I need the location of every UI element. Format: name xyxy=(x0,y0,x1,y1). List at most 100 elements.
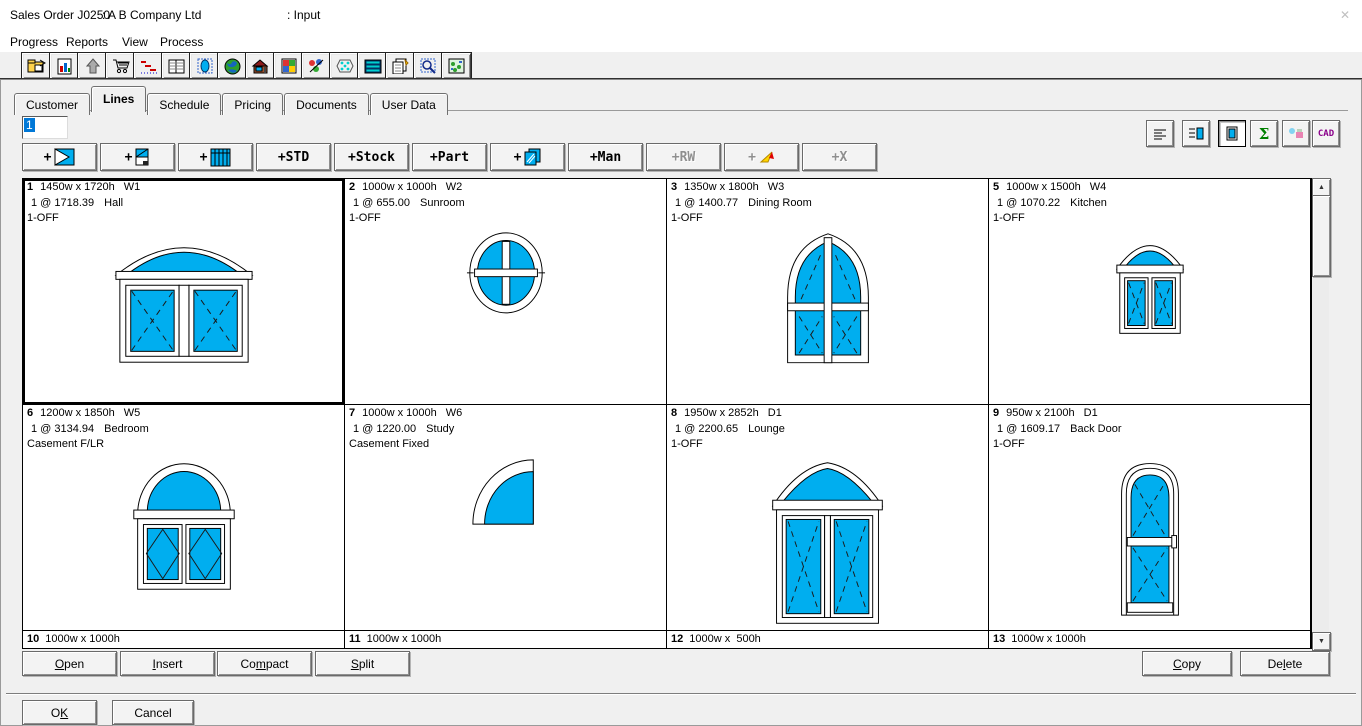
add-pointer-button[interactable]: + xyxy=(724,143,799,171)
frame-sketch-icon[interactable] xyxy=(190,53,219,79)
tab-pricing[interactable]: Pricing xyxy=(222,93,283,115)
line-cell-11[interactable]: 111000w x 1000h xyxy=(345,631,667,648)
window-drawing xyxy=(345,226,666,405)
schedule-gantt-icon[interactable] xyxy=(134,53,163,79)
cell-price-room: 1 @ 1400.77Dining Room xyxy=(667,195,988,211)
export-order-icon[interactable] xyxy=(22,53,51,79)
globe-icon[interactable] xyxy=(218,53,247,79)
window-drawing xyxy=(989,452,1310,631)
close-icon[interactable]: ✕ xyxy=(1340,8,1350,22)
line-cell-13[interactable]: 131000w x 1000h xyxy=(989,631,1311,648)
tab-user-data[interactable]: User Data xyxy=(370,93,448,115)
landscape-glazing-icon[interactable] xyxy=(442,53,471,79)
compact-button[interactable]: Compact xyxy=(217,651,312,676)
cell-header: 51000w x 1500hW4 xyxy=(989,179,1310,195)
vertical-slider-icon xyxy=(135,148,150,167)
report-chart-icon[interactable] xyxy=(50,53,79,79)
scroll-down-icon[interactable]: ▼ xyxy=(1312,632,1331,651)
cancel-button[interactable]: Cancel xyxy=(112,700,194,725)
add-grid-frame-button[interactable]: + xyxy=(178,143,253,171)
scrollbar-thumb[interactable] xyxy=(1312,195,1331,277)
add-man-button[interactable]: +Man xyxy=(568,143,643,171)
grid-frame-icon xyxy=(210,148,231,167)
cad-label: CAD xyxy=(1318,129,1334,139)
pattern-mosaic-icon[interactable] xyxy=(274,53,303,79)
cell-note: 1-OFF xyxy=(23,210,344,226)
house-survey-icon[interactable] xyxy=(246,53,275,79)
upload-arrow-icon[interactable] xyxy=(78,53,107,79)
vertical-scrollbar[interactable]: ▲ ▼ xyxy=(1312,178,1329,649)
batch-table-icon[interactable] xyxy=(162,53,191,79)
add-x-button[interactable]: +X xyxy=(802,143,877,171)
search-optimise-icon[interactable] xyxy=(414,53,443,79)
window-drawing xyxy=(667,226,988,405)
line-number-value: 1 xyxy=(24,118,35,132)
title-bar: Sales Order J0250 : A B Company Ltd : In… xyxy=(0,0,1362,30)
conservatory-plan-icon[interactable] xyxy=(330,53,359,79)
cell-header: 61200w x 1850hW5 xyxy=(23,405,344,421)
window-drawing-icon xyxy=(1226,126,1238,141)
cell-price-room: 1 @ 1609.17Back Door xyxy=(989,421,1310,437)
tab-lines[interactable]: Lines xyxy=(91,86,146,112)
cell-header: 11450w x 1720hW1 xyxy=(23,179,344,195)
line-cell-12[interactable]: 121000w x 500h xyxy=(667,631,989,648)
tab-schedule[interactable]: Schedule xyxy=(147,93,221,115)
cell-header: 21000w x 1000hW2 xyxy=(345,179,666,195)
window-drawing xyxy=(989,226,1310,405)
window-title-mode: : Input xyxy=(287,8,320,22)
toolbar-separator xyxy=(0,78,1362,80)
tab-documents[interactable]: Documents xyxy=(284,93,369,115)
menu-view[interactable]: View xyxy=(118,33,152,51)
shopping-cart-icon[interactable] xyxy=(106,53,135,79)
export-icon xyxy=(1288,127,1304,140)
line-cell-3[interactable]: 31350w x 1800hW31 @ 1400.77Dining Room1-… xyxy=(667,179,989,405)
menu-progress[interactable]: Progress xyxy=(6,33,62,51)
add-stock-button[interactable]: +Stock xyxy=(334,143,409,171)
add-casement-button[interactable]: + xyxy=(22,143,97,171)
line-cell-10[interactable]: 101000w x 1000h xyxy=(23,631,345,648)
line-cell-9[interactable]: 9950w x 2100hD11 @ 1609.17Back Door1-OFF xyxy=(989,405,1311,631)
lines-grid: 11450w x 1720hW11 @ 1718.39Hall1-OFF 210… xyxy=(22,178,1312,649)
add-rw-button[interactable]: +RW xyxy=(646,143,721,171)
window-drawing xyxy=(23,226,344,405)
window-drawing xyxy=(667,452,988,631)
menu-reports[interactable]: Reports xyxy=(62,33,112,51)
menu-process[interactable]: Process xyxy=(156,33,207,51)
casement-window-icon xyxy=(54,148,75,166)
cell-note: Casement Fixed xyxy=(345,436,666,452)
line-cell-5[interactable]: 51000w x 1500hW41 @ 1070.22Kitchen1-OFF xyxy=(989,179,1311,405)
bottom-separator xyxy=(6,693,1356,695)
insert-button[interactable]: Insert xyxy=(120,651,215,676)
line-cell-8[interactable]: 81950w x 2852hD11 @ 2200.65Lounge1-OFF xyxy=(667,405,989,631)
ok-button[interactable]: OK xyxy=(22,700,97,725)
add-part-button[interactable]: +Part xyxy=(412,143,487,171)
cell-price-room: 1 @ 655.00Sunroom xyxy=(345,195,666,211)
add-glass-unit-button[interactable]: + xyxy=(490,143,565,171)
split-button[interactable]: Split xyxy=(315,651,410,676)
tab-strip: CustomerLinesSchedulePricingDocumentsUse… xyxy=(14,86,1348,111)
blinds-icon[interactable] xyxy=(358,53,387,79)
cad-button[interactable]: CAD xyxy=(1312,120,1340,147)
copy-button[interactable]: Copy xyxy=(1142,651,1232,676)
line-cell-1[interactable]: 11450w x 1720hW11 @ 1718.39Hall1-OFF xyxy=(23,179,345,405)
cell-note: 1-OFF xyxy=(667,436,988,452)
cell-note: 1-OFF xyxy=(667,210,988,226)
line-cell-7[interactable]: 71000w x 1000hW61 @ 1220.00StudyCasement… xyxy=(345,405,667,631)
open-button[interactable]: Open xyxy=(22,651,117,676)
delete-button[interactable]: Delete xyxy=(1240,651,1330,676)
line-cell-2[interactable]: 21000w x 1000hW21 @ 655.00Sunroom1-OFF xyxy=(345,179,667,405)
line-number-input[interactable]: 1 xyxy=(22,116,68,139)
text-lines-icon xyxy=(1153,128,1167,140)
add-buttons-row: + + + +STD +Stock +Part + +Man +RW + +X xyxy=(22,143,1312,170)
copy-documents-icon[interactable] xyxy=(386,53,415,79)
add-vertical-slider-button[interactable]: + xyxy=(100,143,175,171)
cell-note: 1-OFF xyxy=(345,210,666,226)
tab-customer[interactable]: Customer xyxy=(14,93,90,115)
menu-bar: Progress Reports View Process xyxy=(0,30,1362,52)
add-std-button[interactable]: +STD xyxy=(256,143,331,171)
design-tools-icon[interactable] xyxy=(302,53,331,79)
line-cell-6[interactable]: 61200w x 1850hW51 @ 3134.94BedroomCaseme… xyxy=(23,405,345,631)
sigma-icon: Σ xyxy=(1259,125,1270,143)
text-and-window-icon xyxy=(1188,127,1204,140)
window-title-company: : A B Company Ltd xyxy=(102,8,201,22)
